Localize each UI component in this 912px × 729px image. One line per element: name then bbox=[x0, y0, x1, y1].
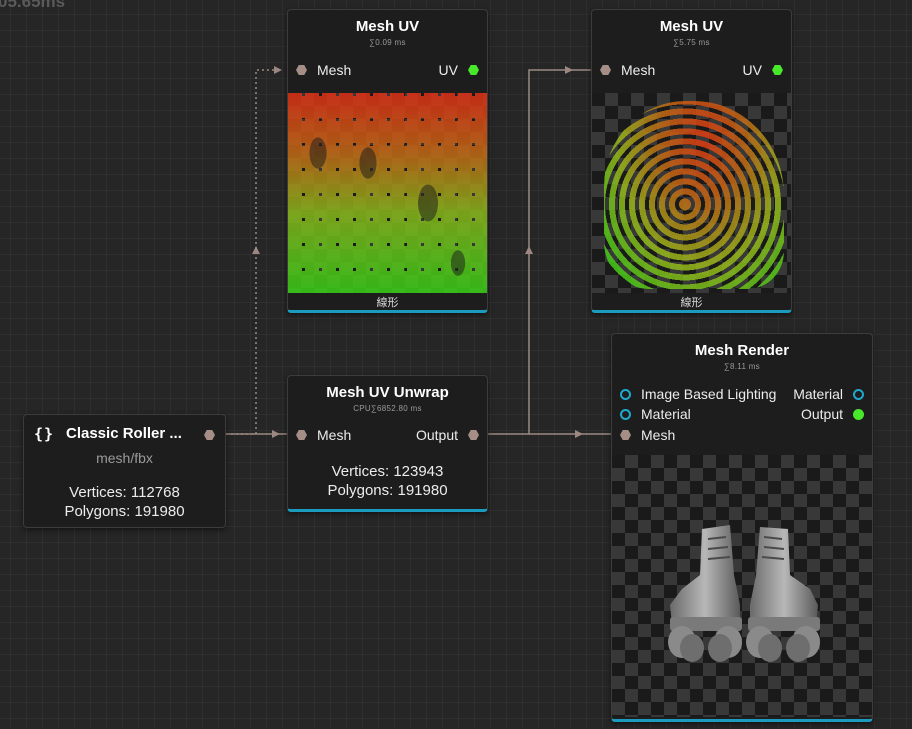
output-port-uv[interactable]: UV bbox=[439, 61, 479, 79]
node-title: Classic Roller ... bbox=[66, 425, 182, 442]
preview-footer-label: 線形 bbox=[680, 297, 703, 309]
output-port-output[interactable]: Output bbox=[801, 405, 864, 423]
node-mesh-uv-2[interactable]: Mesh UV ∑5.75 ms Mesh UV 線形 bbox=[591, 9, 792, 313]
node-title: Mesh UV bbox=[355, 18, 420, 35]
input-port-mesh[interactable]: Mesh bbox=[620, 426, 675, 444]
input-port-material[interactable]: Material bbox=[620, 405, 691, 423]
node-title: Mesh Render bbox=[694, 342, 790, 359]
port-label: Material bbox=[793, 386, 843, 402]
polygons-count: Polygons: 191980 bbox=[327, 482, 448, 499]
node-timing: ∑0.09 ms bbox=[369, 38, 406, 47]
material-port-icon bbox=[620, 388, 631, 400]
input-port-mesh[interactable]: Mesh bbox=[600, 61, 655, 79]
uv-port-icon bbox=[772, 65, 783, 75]
wire-unwrap-to-mesh-uv-2 bbox=[488, 69, 592, 435]
mesh-port-icon bbox=[296, 65, 307, 75]
material-port-icon bbox=[853, 388, 864, 400]
node-classic-roller[interactable]: {} Classic Roller ... mesh/fbx Vertices:… bbox=[23, 414, 226, 528]
preview-footer-label: 線形 bbox=[376, 297, 399, 309]
node-mesh-uv-unwrap[interactable]: Mesh UV Unwrap CPU∑6852.80 ms Mesh Outpu… bbox=[287, 375, 488, 512]
input-port-mesh[interactable]: Mesh bbox=[296, 426, 351, 444]
port-label: UV bbox=[438, 62, 458, 78]
output-port-uv[interactable]: UV bbox=[743, 61, 783, 79]
mesh-port-icon bbox=[296, 430, 307, 440]
uv-port-icon bbox=[468, 65, 479, 75]
output-port-icon bbox=[468, 430, 479, 440]
input-port-image-based-lighting[interactable]: Image Based Lighting bbox=[620, 385, 776, 403]
polygons-count: Polygons: 191980 bbox=[64, 503, 185, 520]
braces-icon: {} bbox=[34, 425, 55, 443]
port-label: Output bbox=[415, 427, 458, 443]
material-port-icon bbox=[620, 408, 631, 420]
output-port-icon bbox=[853, 408, 864, 420]
output-port-mesh[interactable] bbox=[204, 430, 215, 440]
mesh-port-icon bbox=[620, 430, 631, 440]
render-preview-image bbox=[612, 455, 872, 717]
node-timing: ∑5.75 ms bbox=[673, 38, 710, 47]
input-port-mesh[interactable]: Mesh bbox=[296, 61, 351, 79]
node-title: Mesh UV Unwrap bbox=[326, 384, 449, 401]
node-subtitle: mesh/fbx bbox=[96, 450, 153, 466]
port-label: Mesh bbox=[317, 62, 352, 78]
port-label: Mesh bbox=[641, 427, 676, 443]
node-timing: ∑8.11 ms bbox=[724, 362, 760, 371]
node-mesh-uv-1[interactable]: Mesh UV ∑0.09 ms Mesh UV 線形 bbox=[287, 9, 488, 313]
node-title: Mesh UV bbox=[659, 18, 724, 35]
output-port-material[interactable]: Material bbox=[793, 385, 864, 403]
output-port-output[interactable]: Output bbox=[416, 426, 479, 444]
node-timing: CPU∑6852.80 ms bbox=[353, 404, 422, 413]
port-label: Mesh bbox=[621, 62, 656, 78]
vertices-count: Vertices: 123943 bbox=[331, 463, 444, 480]
uv-preview-image bbox=[288, 93, 487, 293]
roller-skates-image bbox=[668, 525, 820, 662]
vertices-count: Vertices: 112768 bbox=[69, 484, 180, 501]
node-mesh-render[interactable]: Mesh Render ∑8.11 ms Image Based Lightin… bbox=[611, 333, 873, 722]
port-label: UV bbox=[742, 62, 762, 78]
mesh-port-icon bbox=[600, 65, 611, 75]
uv-preview-image bbox=[592, 93, 791, 293]
port-label: Material bbox=[641, 406, 691, 422]
port-label: Image Based Lighting bbox=[641, 386, 777, 402]
port-label: Output bbox=[800, 406, 843, 422]
port-label: Mesh bbox=[317, 427, 352, 443]
